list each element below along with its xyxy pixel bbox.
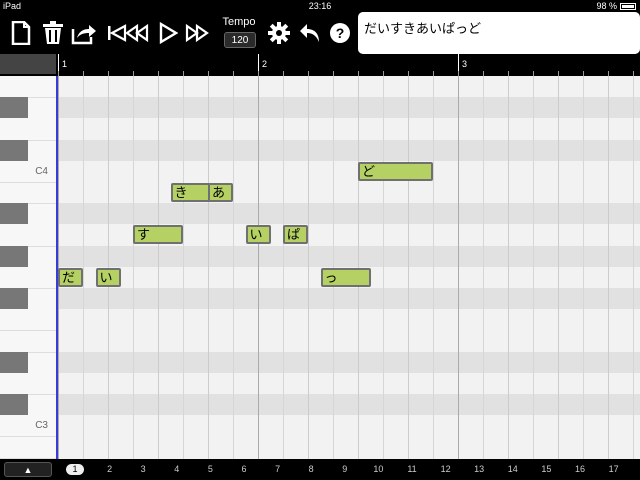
grid-row-shade (58, 288, 640, 309)
page-number-5[interactable]: 5 (200, 464, 220, 474)
black-key[interactable] (0, 97, 28, 119)
beat-line (158, 76, 159, 459)
undo-icon[interactable] (298, 20, 324, 46)
beat-line (483, 76, 484, 459)
share-icon[interactable] (71, 20, 97, 46)
svg-text:?: ? (336, 25, 345, 41)
beat-line (208, 76, 209, 459)
key-label-c3: C3 (35, 420, 48, 432)
page-number-3[interactable]: 3 (133, 464, 153, 474)
tempo-label: Tempo (222, 16, 256, 28)
beat-line (633, 76, 634, 459)
beat-line (283, 76, 284, 459)
play-icon[interactable] (155, 20, 181, 46)
grid-row-shade (58, 245, 640, 267)
grid-row-shade (58, 97, 640, 119)
beat-line (233, 76, 234, 459)
black-key[interactable] (0, 203, 28, 225)
trash-icon[interactable] (40, 20, 66, 46)
piano-roll-grid[interactable]: だいすきあいぱっど (58, 76, 640, 459)
white-key-divider (0, 436, 56, 438)
new-file-icon[interactable] (8, 20, 34, 46)
note-block[interactable]: だ (58, 267, 83, 287)
page-number-13[interactable]: 13 (469, 464, 489, 474)
page-number-9[interactable]: 9 (335, 464, 355, 474)
battery-icon (620, 2, 636, 10)
note-block[interactable]: い (95, 267, 121, 287)
page-number-11[interactable]: 11 (402, 464, 422, 474)
ruler-corner (0, 54, 56, 74)
page-number-12[interactable]: 12 (436, 464, 456, 474)
white-key-divider (0, 330, 56, 332)
black-key[interactable] (0, 245, 28, 267)
black-key[interactable] (0, 351, 28, 373)
page-number-7[interactable]: 7 (268, 464, 288, 474)
key-label-c4: C4 (35, 165, 48, 177)
keyboard-up-button[interactable]: ▲ (4, 462, 52, 477)
lyrics-input[interactable]: だいすきあいぱっど (358, 12, 640, 54)
note-block[interactable]: ぱ (283, 225, 308, 245)
beat-line (183, 76, 184, 459)
note-block[interactable]: あ (208, 183, 233, 202)
black-key[interactable] (0, 139, 28, 161)
help-icon[interactable]: ? (327, 20, 353, 46)
battery-percent: 98 % (596, 1, 617, 11)
beat-line (83, 76, 84, 459)
tempo-value[interactable]: 120 (224, 32, 256, 48)
page-number-17[interactable]: 17 (604, 464, 624, 474)
beat-line (608, 76, 609, 459)
beat-line (583, 76, 584, 459)
page-number-14[interactable]: 14 (503, 464, 523, 474)
fast-forward-icon[interactable] (184, 20, 210, 46)
grid-row-shade (58, 139, 640, 161)
status-bar: iPad 23:16 98 % (0, 0, 640, 12)
ruler-bar-number: 3 (462, 59, 468, 69)
note-block[interactable]: ど (358, 161, 433, 181)
black-key[interactable] (0, 394, 28, 415)
clock: 23:16 (308, 1, 332, 11)
note-block[interactable]: す (133, 225, 183, 245)
beat-line (408, 76, 409, 459)
rewind-icon[interactable] (124, 20, 150, 46)
page-number-2[interactable]: 2 (100, 464, 120, 474)
settings-icon[interactable] (266, 20, 292, 46)
page-number-15[interactable]: 15 (536, 464, 556, 474)
beat-line (558, 76, 559, 459)
page-number-6[interactable]: 6 (234, 464, 254, 474)
bar-line (458, 76, 459, 459)
page-number-4[interactable]: 4 (167, 464, 187, 474)
grid-row-shade (58, 203, 640, 225)
beat-line (133, 76, 134, 459)
bar-line (258, 76, 259, 459)
ruler-bar-number: 2 (262, 59, 268, 69)
beat-line (383, 76, 384, 459)
piano-keyboard[interactable]: C4 C3 (0, 76, 58, 459)
beat-line (308, 76, 309, 459)
beat-line (533, 76, 534, 459)
measure-ruler[interactable]: 1 2 3 (0, 54, 640, 76)
page-number-1[interactable]: 1 (66, 464, 84, 475)
black-key[interactable] (0, 288, 28, 309)
page-number-16[interactable]: 16 (570, 464, 590, 474)
beat-line (433, 76, 434, 459)
ruler-bar-number: 1 (62, 59, 68, 69)
battery-status: 98 % (596, 0, 636, 12)
note-block[interactable]: っ (320, 267, 371, 287)
white-key-divider (0, 182, 56, 183)
page-number-8[interactable]: 8 (301, 464, 321, 474)
beat-line (508, 76, 509, 459)
grid-row-shade (58, 394, 640, 415)
page-number-10[interactable]: 10 (368, 464, 388, 474)
note-block[interactable]: い (245, 225, 271, 245)
grid-row-shade (58, 351, 640, 373)
